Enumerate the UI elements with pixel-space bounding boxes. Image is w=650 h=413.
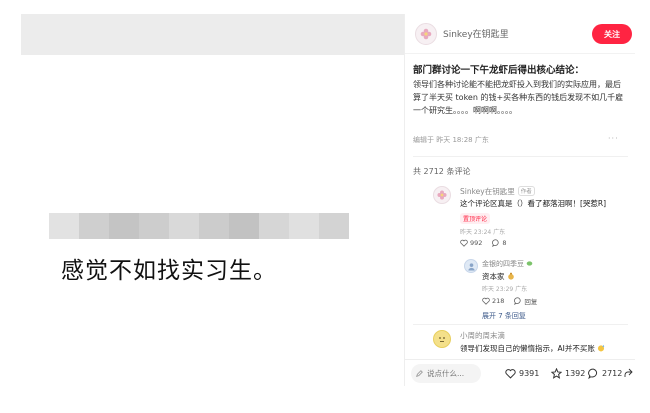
follow-button[interactable]: 关注: [592, 24, 632, 44]
sweat-emoji-icon: [598, 344, 605, 352]
blur-segment: [319, 213, 349, 239]
author-avatar[interactable]: [415, 23, 437, 45]
post-title: 部门群讨论一下午龙虾后得出核心结论：: [413, 65, 585, 76]
reply-meta: 昨天 23:29 广东: [482, 286, 528, 293]
reply-reply-button[interactable]: 回复: [514, 296, 537, 306]
divider: [413, 324, 628, 325]
note-detail-panel: Sinkey在钥匙里 关注 部门群讨论一下午龙虾后得出核心结论： 领导们各种讨论…: [404, 14, 635, 386]
reply-text-content: 资本家: [482, 272, 505, 281]
reply-like-count: 218: [492, 297, 505, 305]
blur-segment: [229, 213, 259, 239]
image-caption: 感觉不如找实习生。: [61, 258, 277, 284]
post-more-icon[interactable]: ···: [608, 134, 619, 143]
pinned-badge: 置顶评论: [460, 213, 491, 224]
blur-segment: [139, 213, 169, 239]
commenter-avatar[interactable]: [433, 330, 451, 348]
expand-replies-link[interactable]: 展开 7 条回复: [482, 311, 526, 321]
author-tag: 作者: [517, 186, 535, 196]
reply-actions: 218 回复: [482, 296, 537, 306]
comment-like-count: 992: [470, 239, 483, 247]
blur-segment: [109, 213, 139, 239]
reply-reply-label: 回复: [524, 298, 538, 306]
replier-avatar[interactable]: [464, 259, 478, 273]
comment-text: 这个评论区真是（）看了都落泪啊！[哭惹R]: [460, 199, 607, 208]
comment-like-button[interactable]: 992: [460, 239, 482, 247]
share-icon[interactable]: [623, 368, 633, 378]
comment-actions: 992 8: [460, 239, 507, 247]
comment-bubble-icon: [588, 368, 598, 379]
replier-name[interactable]: 金银的四季豆: [482, 259, 533, 269]
image-content: 感觉不如找实习生。: [21, 55, 404, 386]
comment-text-content: 领导们发现自己的懒惰指示，AI并不买账: [460, 344, 595, 353]
comment-reply-count: 8: [502, 239, 507, 247]
post-body: 领导们各种讨论能不能把龙虾投入到我们的实际应用，最后算了半天买 token 的钱…: [413, 80, 624, 115]
blurred-text-strip: [49, 213, 349, 239]
post-image[interactable]: 感觉不如找实习生。: [21, 14, 404, 386]
comment-text: 领导们发现自己的懒惰指示，AI并不买账: [460, 343, 630, 354]
post-meta: 编辑于 昨天 18:28 广东: [413, 136, 489, 144]
collect-button[interactable]: 1392: [551, 368, 585, 379]
author-bar: Sinkey在钥匙里 关注: [405, 14, 635, 54]
comment-reply-button[interactable]: 8: [492, 239, 507, 247]
replier-name-text[interactable]: 金银的四季豆: [482, 260, 524, 268]
like-button[interactable]: 9391: [505, 368, 539, 379]
flower-icon: [437, 190, 447, 200]
divider: [413, 156, 628, 157]
moneybag-emoji-icon: [508, 272, 514, 280]
comment-count: 共 2712 条评论: [413, 167, 471, 176]
avatar-figure-icon: [467, 262, 475, 271]
collect-count: 1392: [565, 369, 586, 378]
blur-segment: [199, 213, 229, 239]
star-icon: [551, 368, 562, 379]
pencil-icon: [416, 370, 423, 377]
blur-segment: [289, 213, 319, 239]
commenter-name[interactable]: Sinkey在钥匙里 作者: [460, 186, 535, 197]
note-viewer: 感觉不如找实习生。 Sinkey在钥匙里 关注 部门群讨论一下午龙虾后得出核心结…: [21, 14, 635, 386]
comment-count-stat: 2712: [602, 369, 623, 378]
author-name[interactable]: Sinkey在钥匙里: [443, 27, 509, 40]
flower-icon: [420, 28, 432, 40]
comment-meta: 昨天 23:24 广东: [460, 229, 506, 236]
like-count: 9391: [519, 369, 540, 378]
blur-segment: [259, 213, 289, 239]
comment-button[interactable]: 2712: [588, 368, 622, 379]
reply-like-button[interactable]: 218: [482, 296, 504, 306]
comment-bubble-icon: [514, 297, 522, 305]
reply-text: 资本家: [482, 271, 515, 282]
heart-icon: [482, 297, 490, 305]
blur-segment: [169, 213, 199, 239]
blur-segment: [49, 213, 79, 239]
commenter-avatar[interactable]: [433, 186, 451, 204]
blur-segment: [79, 213, 109, 239]
bean-emoji-icon: [526, 261, 533, 266]
heart-icon: [460, 239, 468, 247]
commenter-name-text[interactable]: Sinkey在钥匙里: [460, 187, 515, 196]
heart-icon: [505, 369, 516, 379]
emoji-face-icon: [439, 337, 445, 342]
engagement-bar: 9391 1392 2712: [405, 359, 635, 386]
comment-bubble-icon: [492, 239, 500, 247]
commenter-name[interactable]: 小周的周末滴: [460, 330, 505, 341]
